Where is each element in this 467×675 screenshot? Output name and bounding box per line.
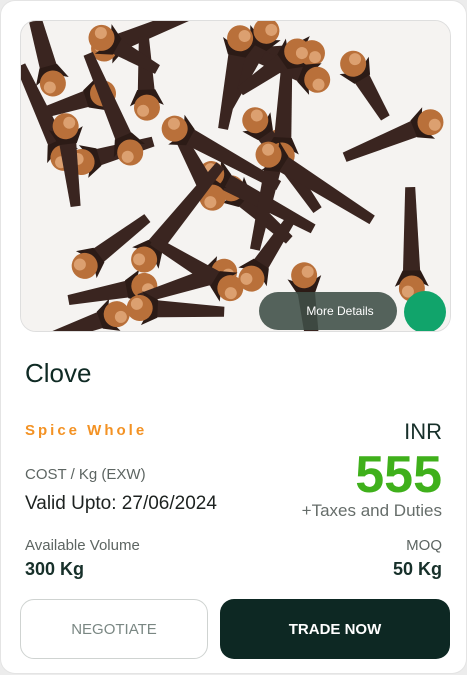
product-title: Clove xyxy=(25,358,92,388)
product-image[interactable]: More Details xyxy=(20,20,451,332)
moq-label: MOQ xyxy=(406,537,442,554)
trade-now-button[interactable]: TRADE NOW xyxy=(220,599,450,659)
clove-photo xyxy=(21,21,450,331)
more-details-button[interactable]: More Details xyxy=(259,292,397,330)
negotiate-button[interactable]: NEGOTIATE xyxy=(20,599,208,659)
taxes-note: +Taxes and Duties xyxy=(301,501,442,520)
product-category: Spice Whole xyxy=(25,422,148,439)
moq-value: 50 Kg xyxy=(392,559,442,579)
available-volume-label: Available Volume xyxy=(25,537,140,554)
price-value: 555 xyxy=(355,446,442,504)
cost-label: COST / Kg (EXW) xyxy=(25,466,146,483)
currency-label: INR xyxy=(404,419,442,444)
valid-upto: Valid Upto: 27/06/2024 xyxy=(25,493,217,514)
status-dot xyxy=(404,291,446,331)
product-card: More Details Clove Spice Whole INR COST … xyxy=(1,1,466,673)
available-volume-value: 300 Kg xyxy=(25,559,85,579)
